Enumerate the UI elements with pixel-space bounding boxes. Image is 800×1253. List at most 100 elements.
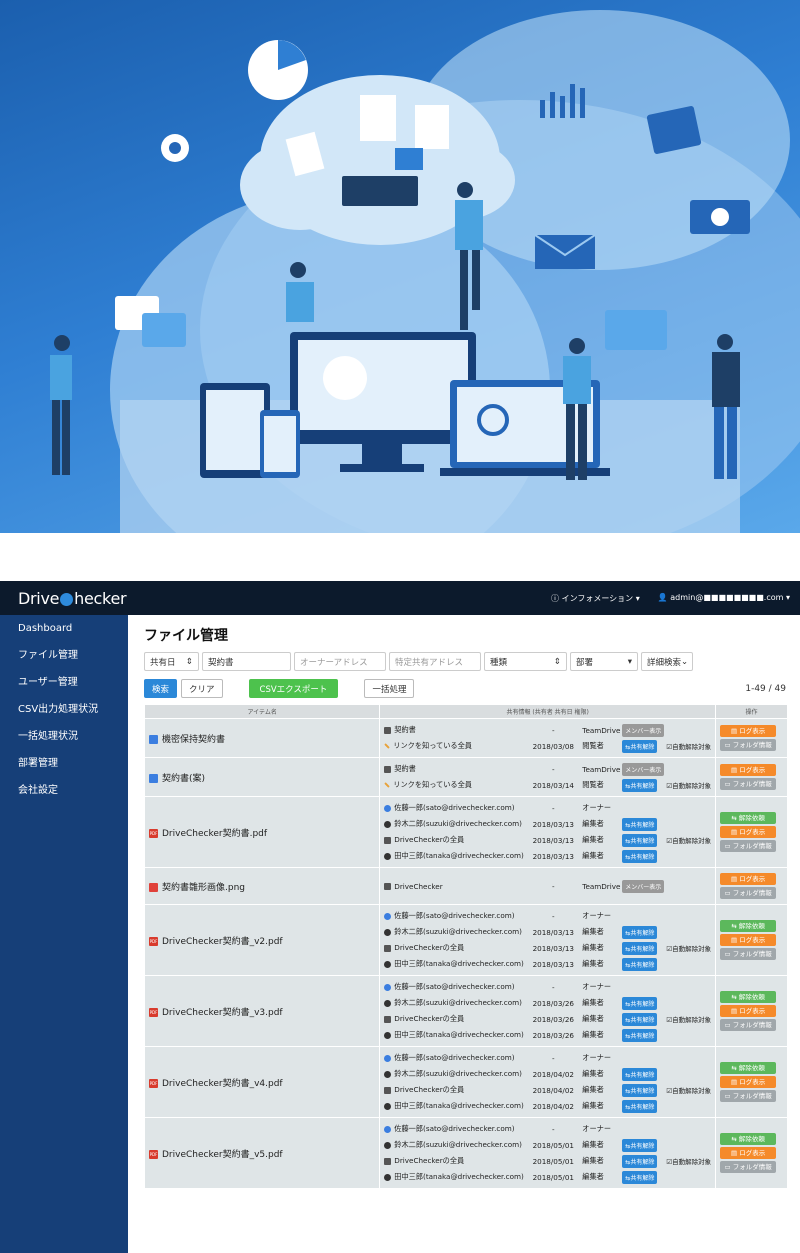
department-select[interactable]: 部署 ▾ bbox=[570, 652, 638, 671]
auto-unshare-checkbox[interactable]: ☑自動解除対象 bbox=[666, 780, 711, 790]
sidebar-item-file-management[interactable]: ファイル管理 bbox=[0, 642, 128, 669]
sharer-name: 契約書 bbox=[394, 725, 416, 734]
folder-info-button[interactable]: ▭ フォルダ情報 bbox=[720, 1090, 777, 1102]
clear-button[interactable]: クリア bbox=[181, 679, 223, 698]
file-name[interactable]: DriveChecker契約書_v3.pdf bbox=[162, 1008, 283, 1018]
release-request-button[interactable]: ⇆ 解除依頼 bbox=[720, 920, 777, 932]
shared-address-input[interactable]: 特定共有アドレス bbox=[389, 652, 481, 671]
log-view-button[interactable]: ▤ ログ表示 bbox=[720, 826, 777, 838]
release-request-button[interactable]: ⇆ 解除依頼 bbox=[720, 812, 777, 824]
sidebar-item-user-management[interactable]: ユーザー管理 bbox=[0, 669, 128, 696]
share-date-select[interactable]: 共有日 ⇕ bbox=[144, 652, 199, 671]
table-row: PDF DriveChecker契約書_v2.pdf 佐藤一郎(sato@driv… bbox=[143, 904, 788, 976]
sidebar-item-dashboard[interactable]: Dashboard bbox=[0, 615, 128, 642]
share-date: 2018/05/01 bbox=[532, 1156, 574, 1166]
file-name[interactable]: DriveChecker契約書.pdf bbox=[162, 829, 267, 839]
sharer-name: 田中三郎(tanaka@drivechecker.com) bbox=[394, 1172, 524, 1181]
file-name[interactable]: DriveChecker契約書_v5.pdf bbox=[162, 1150, 283, 1160]
pdf-icon: PDF bbox=[149, 936, 158, 946]
release-request-button[interactable]: ⇆ 解除依頼 bbox=[720, 991, 777, 1003]
share-cell: 佐藤一郎(sato@drivechecker.com) - オーナー 鈴木二郎(… bbox=[379, 975, 717, 1047]
csv-export-button[interactable]: CSVエクスポート bbox=[248, 679, 339, 698]
owner-address-input[interactable]: オーナーアドレス bbox=[294, 652, 386, 671]
file-name[interactable]: 契約書雛形画像.png bbox=[162, 883, 245, 893]
phone-icon bbox=[260, 410, 300, 478]
file-name[interactable]: 機密保持契約書 bbox=[162, 735, 225, 745]
share-entry: 田中三郎(tanaka@drivechecker.com) 2018/05/01… bbox=[384, 1169, 711, 1185]
member-view-button[interactable]: メンバー表示 bbox=[622, 879, 665, 893]
unshare-button[interactable]: ⇆共有解除 bbox=[622, 1067, 658, 1081]
drivechecker-logo[interactable]: Drive hecker bbox=[18, 589, 127, 608]
bulk-process-button[interactable]: 一括処理 bbox=[364, 679, 415, 698]
share-role: 閲覧者 bbox=[582, 741, 604, 750]
log-view-button[interactable]: ▤ ログ表示 bbox=[720, 934, 777, 946]
folder-info-button[interactable]: ▭ フォルダ情報 bbox=[720, 1019, 777, 1031]
info-menu[interactable]: ⓘ インフォメーション ▾ bbox=[551, 593, 640, 604]
unshare-button[interactable]: ⇆共有解除 bbox=[622, 1138, 658, 1152]
unshare-button[interactable]: ⇆共有解除 bbox=[622, 996, 658, 1010]
auto-unshare-checkbox[interactable]: ☑自動解除対象 bbox=[666, 1085, 711, 1095]
unshare-button[interactable]: ⇆共有解除 bbox=[622, 833, 658, 847]
file-name[interactable]: DriveChecker契約書_v2.pdf bbox=[162, 937, 283, 947]
app-window: Drive hecker ⓘ インフォメーション ▾ 👤 admin@■■■■■■… bbox=[0, 581, 800, 1253]
sharer-name: DriveCheckerの全員 bbox=[394, 835, 465, 844]
search-button[interactable]: 検索 bbox=[144, 679, 178, 698]
sharer-name: DriveChecker bbox=[394, 881, 443, 891]
folder-info-button[interactable]: ▭ フォルダ情報 bbox=[720, 887, 777, 899]
file-name[interactable]: 契約書(案) bbox=[162, 774, 205, 784]
unshare-button[interactable]: ⇆共有解除 bbox=[622, 925, 658, 939]
ops-cell: ⇆ 解除依頼 ▤ ログ表示 ▭ フォルダ情報 bbox=[715, 1117, 788, 1189]
share-date: 2018/03/13 bbox=[532, 943, 574, 953]
unshare-button[interactable]: ⇆共有解除 bbox=[622, 957, 658, 971]
folder-info-button[interactable]: ▭ フォルダ情報 bbox=[720, 1161, 777, 1173]
release-request-button[interactable]: ⇆ 解除依頼 bbox=[720, 1133, 777, 1145]
unshare-button[interactable]: ⇆共有解除 bbox=[622, 1083, 658, 1097]
unshare-button[interactable]: ⇆共有解除 bbox=[622, 1154, 658, 1168]
log-label: ログ表示 bbox=[739, 828, 766, 836]
log-label: ログ表示 bbox=[739, 1078, 766, 1086]
folder-info-button[interactable]: ▭ フォルダ情報 bbox=[720, 778, 777, 790]
folder-info-button[interactable]: ▭ フォルダ情報 bbox=[720, 739, 777, 751]
log-view-button[interactable]: ▤ ログ表示 bbox=[720, 873, 777, 885]
type-select[interactable]: 種類 ⇕ bbox=[484, 652, 567, 671]
folder-info-button[interactable]: ▭ フォルダ情報 bbox=[720, 840, 777, 852]
unshare-button[interactable]: ⇆共有解除 bbox=[622, 1099, 658, 1113]
log-view-button[interactable]: ▤ ログ表示 bbox=[720, 1005, 777, 1017]
share-entry: DriveChecker - TeamDrive メンバー表示 bbox=[384, 878, 711, 894]
member-view-button[interactable]: メンバー表示 bbox=[622, 762, 665, 776]
unshare-button[interactable]: ⇆共有解除 bbox=[622, 817, 658, 831]
share-cell: DriveChecker - TeamDrive メンバー表示 bbox=[379, 867, 717, 905]
member-view-button[interactable]: メンバー表示 bbox=[622, 723, 665, 737]
log-view-button[interactable]: ▤ ログ表示 bbox=[720, 764, 777, 776]
advanced-search-button[interactable]: 詳細検索 ⌄ bbox=[641, 652, 693, 671]
sidebar-item-department[interactable]: 部署管理 bbox=[0, 750, 128, 777]
log-view-button[interactable]: ▤ ログ表示 bbox=[720, 725, 777, 737]
unshare-button[interactable]: ⇆共有解除 bbox=[622, 1028, 658, 1042]
unshare-button[interactable]: ⇆共有解除 bbox=[622, 849, 658, 863]
unshare-button[interactable]: ⇆共有解除 bbox=[622, 739, 658, 753]
unshare-button[interactable]: ⇆共有解除 bbox=[622, 941, 658, 955]
auto-unshare-checkbox[interactable]: ☑自動解除対象 bbox=[666, 741, 711, 751]
share-role: 編集者 bbox=[582, 819, 604, 828]
gear-icon bbox=[161, 134, 189, 162]
log-view-button[interactable]: ▤ ログ表示 bbox=[720, 1147, 777, 1159]
share-role: オーナー bbox=[582, 1124, 612, 1133]
file-name[interactable]: DriveChecker契約書_v4.pdf bbox=[162, 1079, 283, 1089]
sidebar-item-bulk-status[interactable]: 一括処理状況 bbox=[0, 723, 128, 750]
sidebar-item-company-settings[interactable]: 会社設定 bbox=[0, 777, 128, 804]
auto-unshare-checkbox[interactable]: ☑自動解除対象 bbox=[666, 943, 711, 953]
auto-unshare-checkbox[interactable]: ☑自動解除対象 bbox=[666, 1156, 711, 1166]
unshare-button[interactable]: ⇆共有解除 bbox=[622, 1012, 658, 1026]
auto-unshare-checkbox[interactable]: ☑自動解除対象 bbox=[666, 1014, 711, 1024]
release-request-button[interactable]: ⇆ 解除依頼 bbox=[720, 1062, 777, 1074]
folder-info-button[interactable]: ▭ フォルダ情報 bbox=[720, 948, 777, 960]
unshare-button[interactable]: ⇆共有解除 bbox=[622, 1170, 658, 1184]
item-cell: PDF DriveChecker契約書_v2.pdf bbox=[143, 904, 381, 976]
unshare-button[interactable]: ⇆共有解除 bbox=[622, 778, 658, 792]
log-view-button[interactable]: ▤ ログ表示 bbox=[720, 1076, 777, 1088]
sidebar-item-csv-status[interactable]: CSV出力処理状況 bbox=[0, 696, 128, 723]
keyword-input[interactable]: 契約書 bbox=[202, 652, 291, 671]
auto-unshare-checkbox[interactable]: ☑自動解除対象 bbox=[666, 835, 711, 845]
share-date: 2018/03/08 bbox=[532, 741, 574, 751]
account-menu[interactable]: 👤 admin@■■■■■■■■.com ▾ bbox=[658, 593, 790, 604]
